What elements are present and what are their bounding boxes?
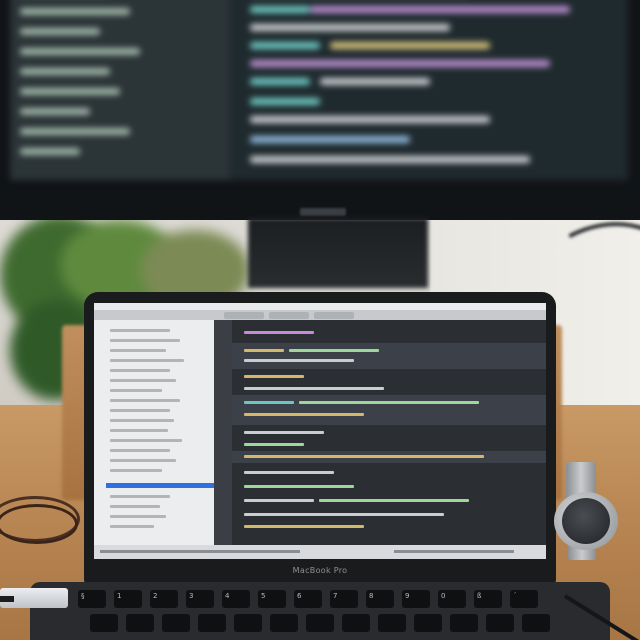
key[interactable] — [306, 614, 334, 632]
key[interactable] — [162, 614, 190, 632]
key[interactable] — [342, 614, 370, 632]
external-monitor — [0, 0, 640, 220]
laptop-screen — [94, 303, 546, 559]
watch-face — [562, 498, 610, 544]
key[interactable]: 4 — [222, 590, 250, 608]
usb-cable — [0, 596, 14, 602]
key[interactable]: 6 — [294, 590, 322, 608]
key[interactable] — [198, 614, 226, 632]
editor-tab[interactable] — [269, 312, 309, 319]
key[interactable]: 5 — [258, 590, 286, 608]
key[interactable] — [450, 614, 478, 632]
key[interactable]: 2 — [150, 590, 178, 608]
key[interactable]: ß — [474, 590, 502, 608]
key[interactable] — [126, 614, 154, 632]
key[interactable] — [414, 614, 442, 632]
key[interactable] — [90, 614, 118, 632]
key[interactable] — [522, 614, 550, 632]
status-bar — [94, 545, 546, 559]
key[interactable]: 0 — [438, 590, 466, 608]
monitor-logo — [300, 208, 346, 216]
editor-tab[interactable] — [224, 312, 264, 319]
key[interactable]: ´ — [510, 590, 538, 608]
monitor-screen — [10, 0, 628, 180]
key[interactable] — [234, 614, 262, 632]
photo-scene: MacBook Pro § 1 2 3 4 5 6 7 8 9 0 ß ´ — [0, 0, 640, 640]
key[interactable]: 9 — [402, 590, 430, 608]
key[interactable] — [270, 614, 298, 632]
key[interactable]: 3 — [186, 590, 214, 608]
key[interactable] — [486, 614, 514, 632]
keyboard: § 1 2 3 4 5 6 7 8 9 0 ß ´ — [78, 590, 562, 640]
editor-tab[interactable] — [314, 312, 354, 319]
key[interactable]: § — [78, 590, 106, 608]
project-tree-panel — [94, 320, 214, 545]
line-number-gutter — [214, 320, 232, 545]
key[interactable]: 1 — [114, 590, 142, 608]
key[interactable]: 8 — [366, 590, 394, 608]
key[interactable] — [378, 614, 406, 632]
menu-bar — [94, 303, 546, 310]
tree-selected-item[interactable] — [106, 483, 214, 488]
key[interactable]: 7 — [330, 590, 358, 608]
monitor-stand-neck — [248, 218, 428, 288]
laptop-brand-label: MacBook Pro — [292, 566, 348, 575]
